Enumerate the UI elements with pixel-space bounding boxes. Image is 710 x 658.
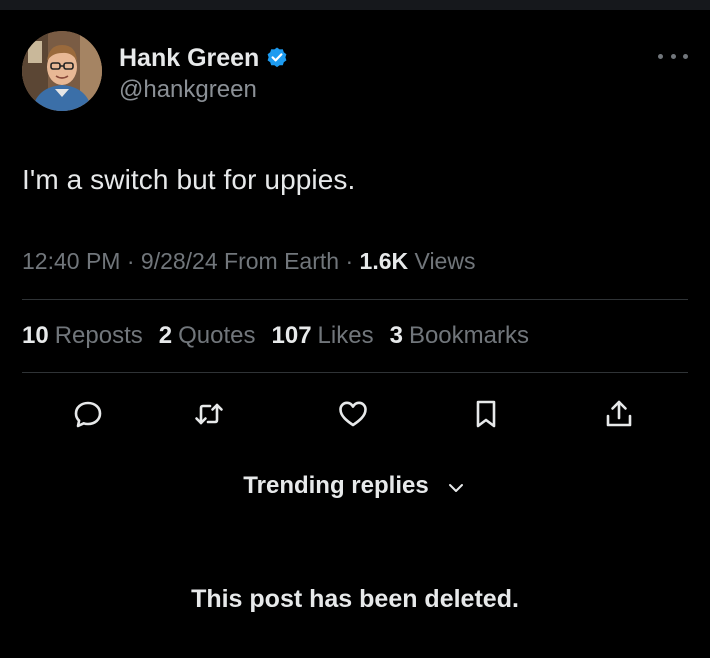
chevron-down-icon	[448, 484, 463, 492]
divider	[22, 299, 688, 300]
likes-stat[interactable]: 107 Likes	[272, 322, 374, 350]
reposts-label: Reposts	[54, 322, 143, 349]
bookmarks-stat[interactable]: 3 Bookmarks	[390, 322, 529, 350]
reply-button[interactable]	[66, 392, 110, 436]
reply-icon	[74, 401, 102, 428]
bookmarks-label: Bookmarks	[408, 322, 529, 349]
post-time[interactable]: 12:40 PM	[22, 248, 120, 274]
status-bar	[0, 0, 710, 10]
deleted-post-notice: This post has been deleted.	[191, 585, 519, 613]
more-dot	[670, 53, 676, 59]
replies-sort-label: Trending replies	[243, 472, 429, 499]
meta-separator: ·	[126, 248, 141, 274]
views-count[interactable]: 1.6K	[360, 248, 409, 274]
reposts-count: 10	[22, 322, 49, 349]
more-dot	[658, 53, 663, 59]
share-icon	[606, 400, 632, 427]
divider	[22, 372, 688, 373]
more-dot	[683, 53, 688, 59]
like-button[interactable]	[331, 392, 375, 436]
author-handle[interactable]: @hankgreen	[119, 76, 257, 104]
more-options-icon[interactable]	[658, 50, 688, 62]
post-location-text: From Earth	[224, 248, 340, 274]
meta-separator: ·	[345, 248, 360, 274]
bookmark-button[interactable]	[464, 392, 508, 436]
engagement-stats: 10 Reposts 2 Quotes 107 Likes 3 Bookmarks	[22, 322, 529, 350]
verified-badge-icon	[267, 47, 287, 68]
post-detail: Hank Green @hankgreen I'm a switch but f…	[0, 10, 710, 658]
like-icon	[339, 401, 367, 427]
quotes-count: 2	[158, 322, 173, 349]
share-button[interactable]	[597, 392, 641, 436]
bookmark-icon	[476, 400, 496, 428]
author-display-name[interactable]: Hank Green	[119, 44, 259, 73]
author-name-row[interactable]: Hank Green	[119, 43, 289, 73]
profile-avatar-icon	[22, 31, 102, 111]
avatar[interactable]	[22, 31, 102, 111]
likes-count: 107	[271, 322, 312, 349]
views-label[interactable]: Views	[415, 248, 476, 274]
reposts-stat[interactable]: 10 Reposts	[22, 322, 143, 350]
bookmarks-count: 3	[389, 322, 403, 349]
post-date[interactable]: 9/28/24	[141, 248, 218, 274]
likes-label: Likes	[317, 322, 374, 349]
post-meta: 12:40 PM · 9/28/24 From Earth · 1.6K Vie…	[22, 248, 475, 275]
post-text: I'm a switch but for uppies.	[22, 164, 356, 195]
replies-sort[interactable]: Trending replies	[0, 472, 710, 500]
quotes-label: Quotes	[178, 322, 256, 349]
repost-button[interactable]	[187, 392, 231, 436]
action-bar	[22, 392, 688, 442]
post-location: From Earth	[224, 248, 339, 274]
repost-icon	[195, 403, 223, 425]
quotes-stat[interactable]: 2 Quotes	[159, 322, 256, 350]
